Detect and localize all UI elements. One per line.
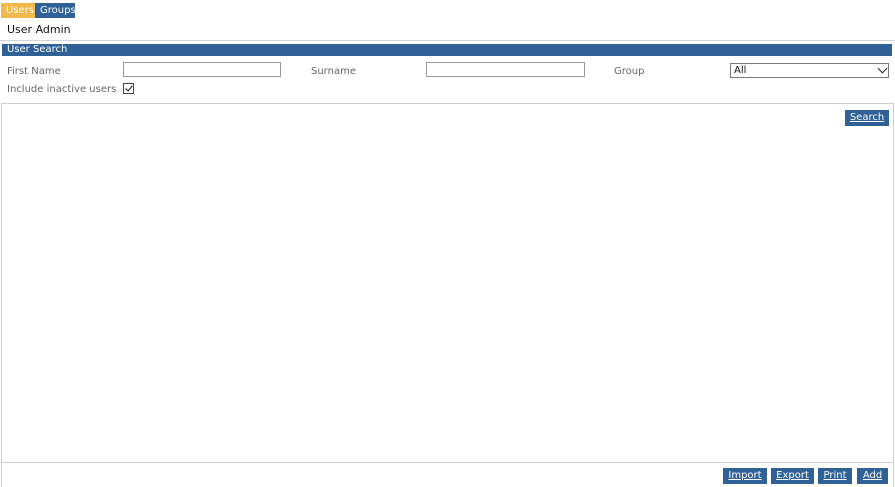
tab-groups[interactable]: Groups — [35, 3, 76, 18]
include-inactive-checkbox[interactable] — [123, 83, 134, 94]
print-button[interactable]: Print — [818, 468, 852, 484]
tab-users[interactable]: Users — [1, 3, 35, 18]
page-title: User Admin — [7, 23, 71, 36]
first-name-input[interactable] — [123, 62, 281, 77]
include-inactive-label: Include inactive users — [7, 84, 117, 95]
footer-divider — [1, 462, 894, 463]
check-icon — [125, 83, 133, 92]
tab-bar: Users Groups — [1, 3, 76, 18]
chevron-down-icon — [877, 63, 888, 74]
title-divider — [0, 40, 895, 41]
user-search-header: User Search — [2, 44, 892, 56]
export-button[interactable]: Export — [771, 468, 814, 484]
import-button[interactable]: Import — [723, 468, 767, 484]
group-label: Group — [614, 66, 645, 77]
group-select-value: All — [734, 65, 747, 76]
first-name-label: First Name — [7, 66, 61, 77]
add-button[interactable]: Add — [857, 468, 888, 484]
surname-input[interactable] — [426, 62, 585, 77]
results-area — [1, 103, 894, 487]
surname-label: Surname — [311, 66, 356, 77]
user-admin-page: Users Groups User Admin User Search Firs… — [0, 0, 895, 487]
search-button[interactable]: Search — [845, 110, 889, 126]
group-select[interactable]: All — [730, 63, 889, 78]
